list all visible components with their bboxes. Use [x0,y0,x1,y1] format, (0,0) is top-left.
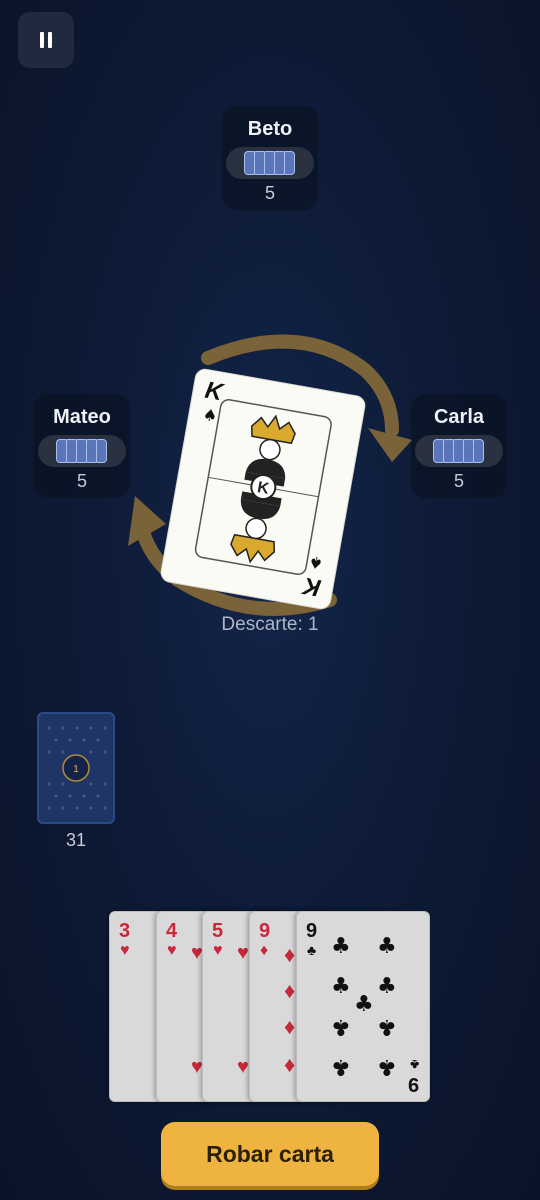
deck-badge: 1 [73,764,79,775]
card-rank-corner: 9 [407,1073,419,1095]
heart-icon: ♥ [213,942,223,959]
card-rank: 5 [212,920,224,942]
card-back-pattern: 1 [47,726,107,810]
heart-icon: ♥ [237,1056,249,1078]
card-rank: 9 [259,920,271,942]
draw-pile[interactable]: 1 [37,712,115,824]
discard-count-label: Descarte: 1 [221,614,319,635]
diamond-icon: ♦ [284,942,296,967]
card-rank: 4 [166,920,178,942]
card-rank: 3 [119,920,131,942]
draw-card-button[interactable]: Robar carta [161,1122,379,1186]
heart-icon: ♥ [120,942,130,959]
hand-card[interactable]: 9 ♣ ♣ ♣ ♣ ♣ ♣ ♣ ♣ ♣ ♣ 9 ♣ [296,911,430,1102]
discard-top-card: K ♠ K ♠ K [160,368,366,610]
heart-icon: ♥ [237,942,249,964]
diamond-icon: ♦ [260,942,269,959]
diamond-icon: ♦ [284,1052,296,1077]
club-icon: ♣ [409,1057,419,1073]
diamond-icon: ♦ [284,978,296,1003]
diamond-icon: ♦ [284,1014,296,1039]
heart-icon: ♥ [167,942,177,959]
deck-count: 31 [65,830,87,850]
